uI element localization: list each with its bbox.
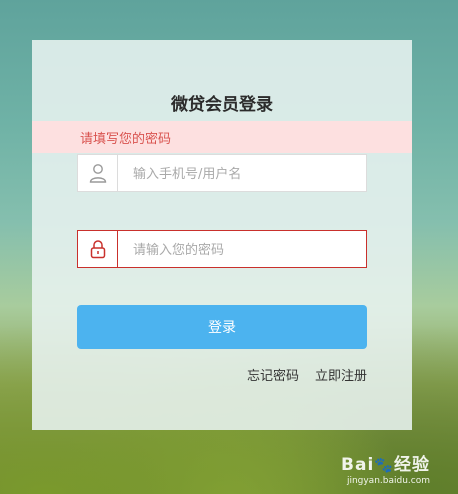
forgot-password-link[interactable]: 忘记密码 (247, 369, 299, 384)
baidu-watermark: Bai🐾经验 jingyan.baidu.com (341, 450, 430, 486)
watermark-brand-b: 经验 (394, 455, 430, 475)
login-panel: 微贷会员登录 请填写您的密码 登录 忘记密码 立即注册 (32, 40, 412, 430)
watermark-url: jingyan.baidu.com (346, 476, 430, 486)
watermark-brand-a: Bai (341, 455, 375, 475)
register-link[interactable]: 立即注册 (315, 369, 367, 384)
watermark-brand: Bai🐾经验 (341, 450, 430, 475)
username-field (77, 154, 380, 193)
password-field (77, 230, 380, 269)
error-banner: 请填写您的密码 (32, 121, 412, 153)
login-button[interactable]: 登录 (77, 305, 367, 349)
error-message: 请填写您的密码 (80, 132, 172, 147)
user-icon (78, 155, 118, 191)
auth-links: 忘记密码 立即注册 (247, 365, 367, 384)
paw-icon: 🐾 (374, 456, 394, 474)
login-title: 微贷会员登录 (171, 95, 273, 115)
username-input[interactable] (119, 155, 380, 193)
password-input[interactable] (119, 231, 380, 269)
lock-icon (78, 231, 118, 267)
